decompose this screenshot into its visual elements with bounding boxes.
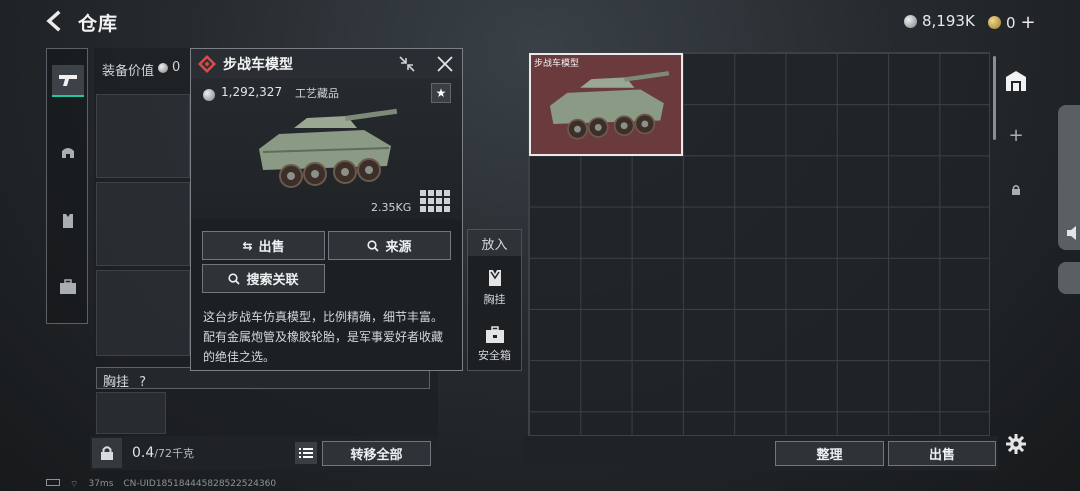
search-related-button[interactable]: 搜索关联 <box>202 264 325 293</box>
volume-icon <box>1067 226 1076 240</box>
warehouse-tab[interactable] <box>998 63 1034 99</box>
plus-icon: + <box>1008 124 1024 146</box>
item-title: 步战车模型 <box>223 57 293 73</box>
silver-coin-icon <box>904 14 917 28</box>
currency-display: 8,193K <box>904 12 975 30</box>
storage-scrollbar[interactable] <box>993 56 996 140</box>
item-weight: 2.35KG <box>371 201 412 214</box>
gear-icon <box>1006 434 1026 454</box>
sell-button[interactable]: ⇆ 出售 <box>202 231 325 260</box>
sell-icon: ⇆ <box>242 238 253 253</box>
help-icon[interactable]: ? <box>139 375 146 390</box>
star-icon: ★ <box>435 86 447 100</box>
gun-icon <box>59 75 77 86</box>
equipment-slot-vest[interactable] <box>96 392 166 434</box>
sidebar-item-vest[interactable] <box>52 205 84 237</box>
close-icon[interactable] <box>436 55 454 77</box>
item-price: 1,292,327 <box>221 85 283 99</box>
list-view-button[interactable] <box>295 442 317 464</box>
back-arrow-icon[interactable] <box>44 10 66 32</box>
vest-icon <box>63 214 73 228</box>
arrange-button[interactable]: 整理 <box>775 441 884 466</box>
item-category: 工艺藏品 <box>295 87 339 100</box>
sidebar-item-armor[interactable] <box>52 137 84 169</box>
add-currency-button[interactable]: + <box>1021 12 1036 33</box>
warehouse-icon <box>1006 71 1026 91</box>
put-into-panel: 放入 胸挂 安全箱 <box>467 229 522 371</box>
source-button[interactable]: 来源 <box>328 231 451 260</box>
briefcase-icon <box>60 279 76 294</box>
equipment-slot-secondary[interactable] <box>96 182 190 266</box>
item-description: 这台步战车仿真模型，比例精确，细节丰富。配有金属炮管及橡胶轮胎，是军事爱好者收藏… <box>203 310 444 364</box>
page-title: 仓库 <box>78 13 119 35</box>
locked-storage-tab[interactable] <box>998 172 1034 208</box>
helmet-icon <box>62 148 74 158</box>
rarity-diamond-icon <box>197 54 217 78</box>
premium-currency[interactable]: 0 + <box>988 12 1036 33</box>
lock-icon <box>1012 185 1020 195</box>
wifi-icon: ⌔ <box>70 480 79 490</box>
side-drawer-handle-2[interactable] <box>1058 262 1080 294</box>
transfer-all-button[interactable]: 转移全部 <box>322 441 431 466</box>
collapse-icon[interactable] <box>398 55 416 77</box>
sidebar-item-weapons[interactable] <box>52 65 84 97</box>
gold-coin-icon <box>988 16 1001 29</box>
add-storage-tab-button[interactable]: + <box>998 117 1034 153</box>
premium-amount: 0 <box>1006 13 1016 32</box>
ping: 37ms <box>88 479 114 489</box>
user-id: CN-UID18518444582852252436​0 <box>123 479 277 489</box>
vest-icon <box>488 270 501 286</box>
favorite-star-button[interactable]: ★ <box>431 83 451 103</box>
lock-button[interactable] <box>92 438 122 468</box>
status-footer: ⌔ 37ms CN-UID18518444582852252436​0 <box>46 479 276 490</box>
equipment-slot-helmet[interactable] <box>96 270 190 356</box>
ifv-model-thumbnail <box>549 71 670 140</box>
put-into-label: 放入 <box>468 230 521 256</box>
ifv-model-image <box>249 104 399 203</box>
silver-coin-icon <box>203 86 215 105</box>
chest-rig-label: 胸挂 <box>103 375 130 390</box>
search-icon <box>228 272 241 285</box>
item-size-grid-icon <box>420 190 452 216</box>
search-icon <box>367 239 380 252</box>
equipment-value-label: 装备价值 <box>102 64 155 79</box>
storage-tabs: + <box>998 52 1034 454</box>
equipment-slot-primary[interactable] <box>96 94 190 178</box>
list-icon <box>299 448 313 458</box>
battery-icon <box>46 479 60 486</box>
silver-coin-icon <box>158 62 168 73</box>
item-detail-popup: 步战车模型 1,292,327 工艺藏品 ★ 2.35KG ⇆ 出售 来源 搜索… <box>190 48 463 371</box>
carry-weight: 0.4/72千克 <box>132 445 194 461</box>
storage-item-ifv-model[interactable]: 步战车模型 <box>529 53 683 156</box>
sidebar-item-case[interactable] <box>52 271 84 303</box>
storage-sell-button[interactable]: 出售 <box>888 441 996 466</box>
category-sidebar <box>46 48 88 324</box>
settings-button[interactable] <box>998 426 1034 462</box>
safe-box-icon <box>485 326 504 343</box>
equipment-value: 0 <box>158 60 180 75</box>
put-into-safe-box[interactable]: 安全箱 <box>468 326 521 363</box>
side-drawer-handle[interactable] <box>1058 105 1080 250</box>
lock-icon <box>101 446 113 460</box>
put-into-chest-rig[interactable]: 胸挂 <box>468 268 521 307</box>
currency-amount: 8,193K <box>922 12 975 30</box>
